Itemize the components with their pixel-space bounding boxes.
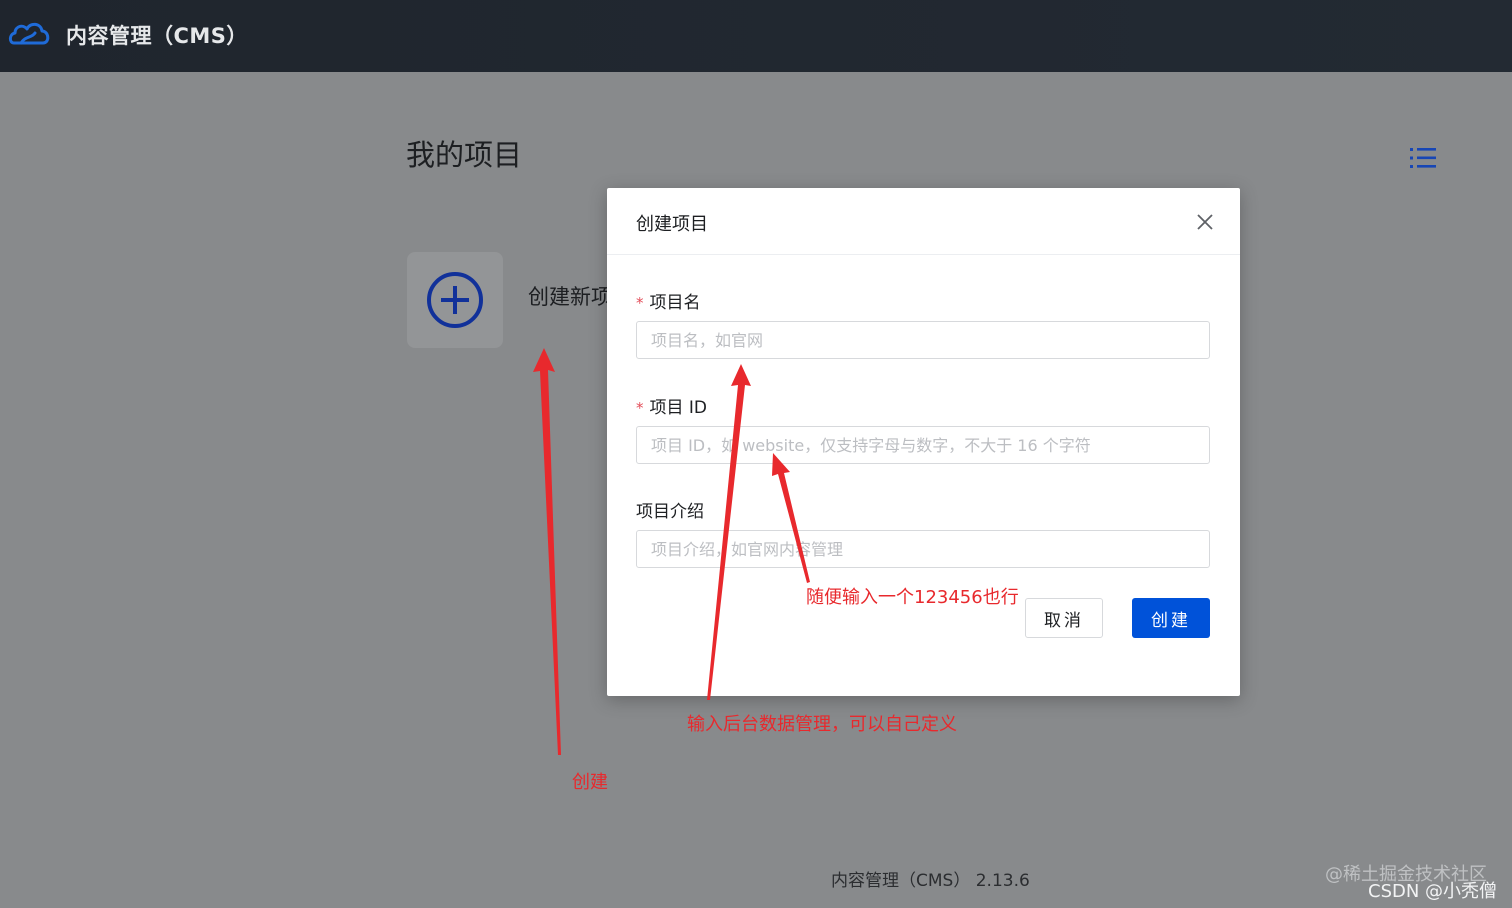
required-mark: * <box>636 294 644 312</box>
required-mark: * <box>636 399 644 417</box>
watermark-csdn: CSDN @小秃僧 <box>1368 881 1498 902</box>
annotation-id-hint: 随便输入一个123456也行 <box>806 587 1019 608</box>
project-description-input[interactable] <box>636 530 1210 568</box>
project-name-label: * 项目名 <box>636 293 701 313</box>
create-button[interactable]: 创建 <box>1132 598 1210 638</box>
page-title: 我的项目 <box>406 138 523 172</box>
close-icon[interactable] <box>1195 212 1215 232</box>
project-id-label: * 项目 ID <box>636 398 708 418</box>
plus-circle-icon <box>427 272 483 328</box>
create-project-card[interactable] <box>407 252 503 348</box>
annotation-create-hint: 创建 <box>572 772 608 793</box>
create-project-label[interactable]: 创建新项 <box>528 281 608 311</box>
list-icon[interactable] <box>1408 144 1438 172</box>
cloud-icon <box>8 22 50 45</box>
cancel-button[interactable]: 取消 <box>1025 598 1103 638</box>
annotation-name-hint: 输入后台数据管理，可以自己定义 <box>687 714 957 735</box>
project-description-label: 项目介绍 <box>636 502 704 522</box>
create-project-dialog: 创建项目 *项目名 *项目 ID 项目介绍 取消 创建 <box>607 188 1240 696</box>
dialog-header: 创建项目 <box>607 188 1240 255</box>
project-id-input[interactable] <box>636 426 1210 464</box>
project-name-input[interactable] <box>636 321 1210 359</box>
app-title: 内容管理（CMS） <box>66 24 248 48</box>
top-bar: 内容管理（CMS） <box>0 0 1512 72</box>
footer-version-text: 内容管理（CMS） 2.13.6 <box>831 871 1030 891</box>
arrow-to-create-card <box>533 348 561 755</box>
dialog-title: 创建项目 <box>636 214 708 235</box>
